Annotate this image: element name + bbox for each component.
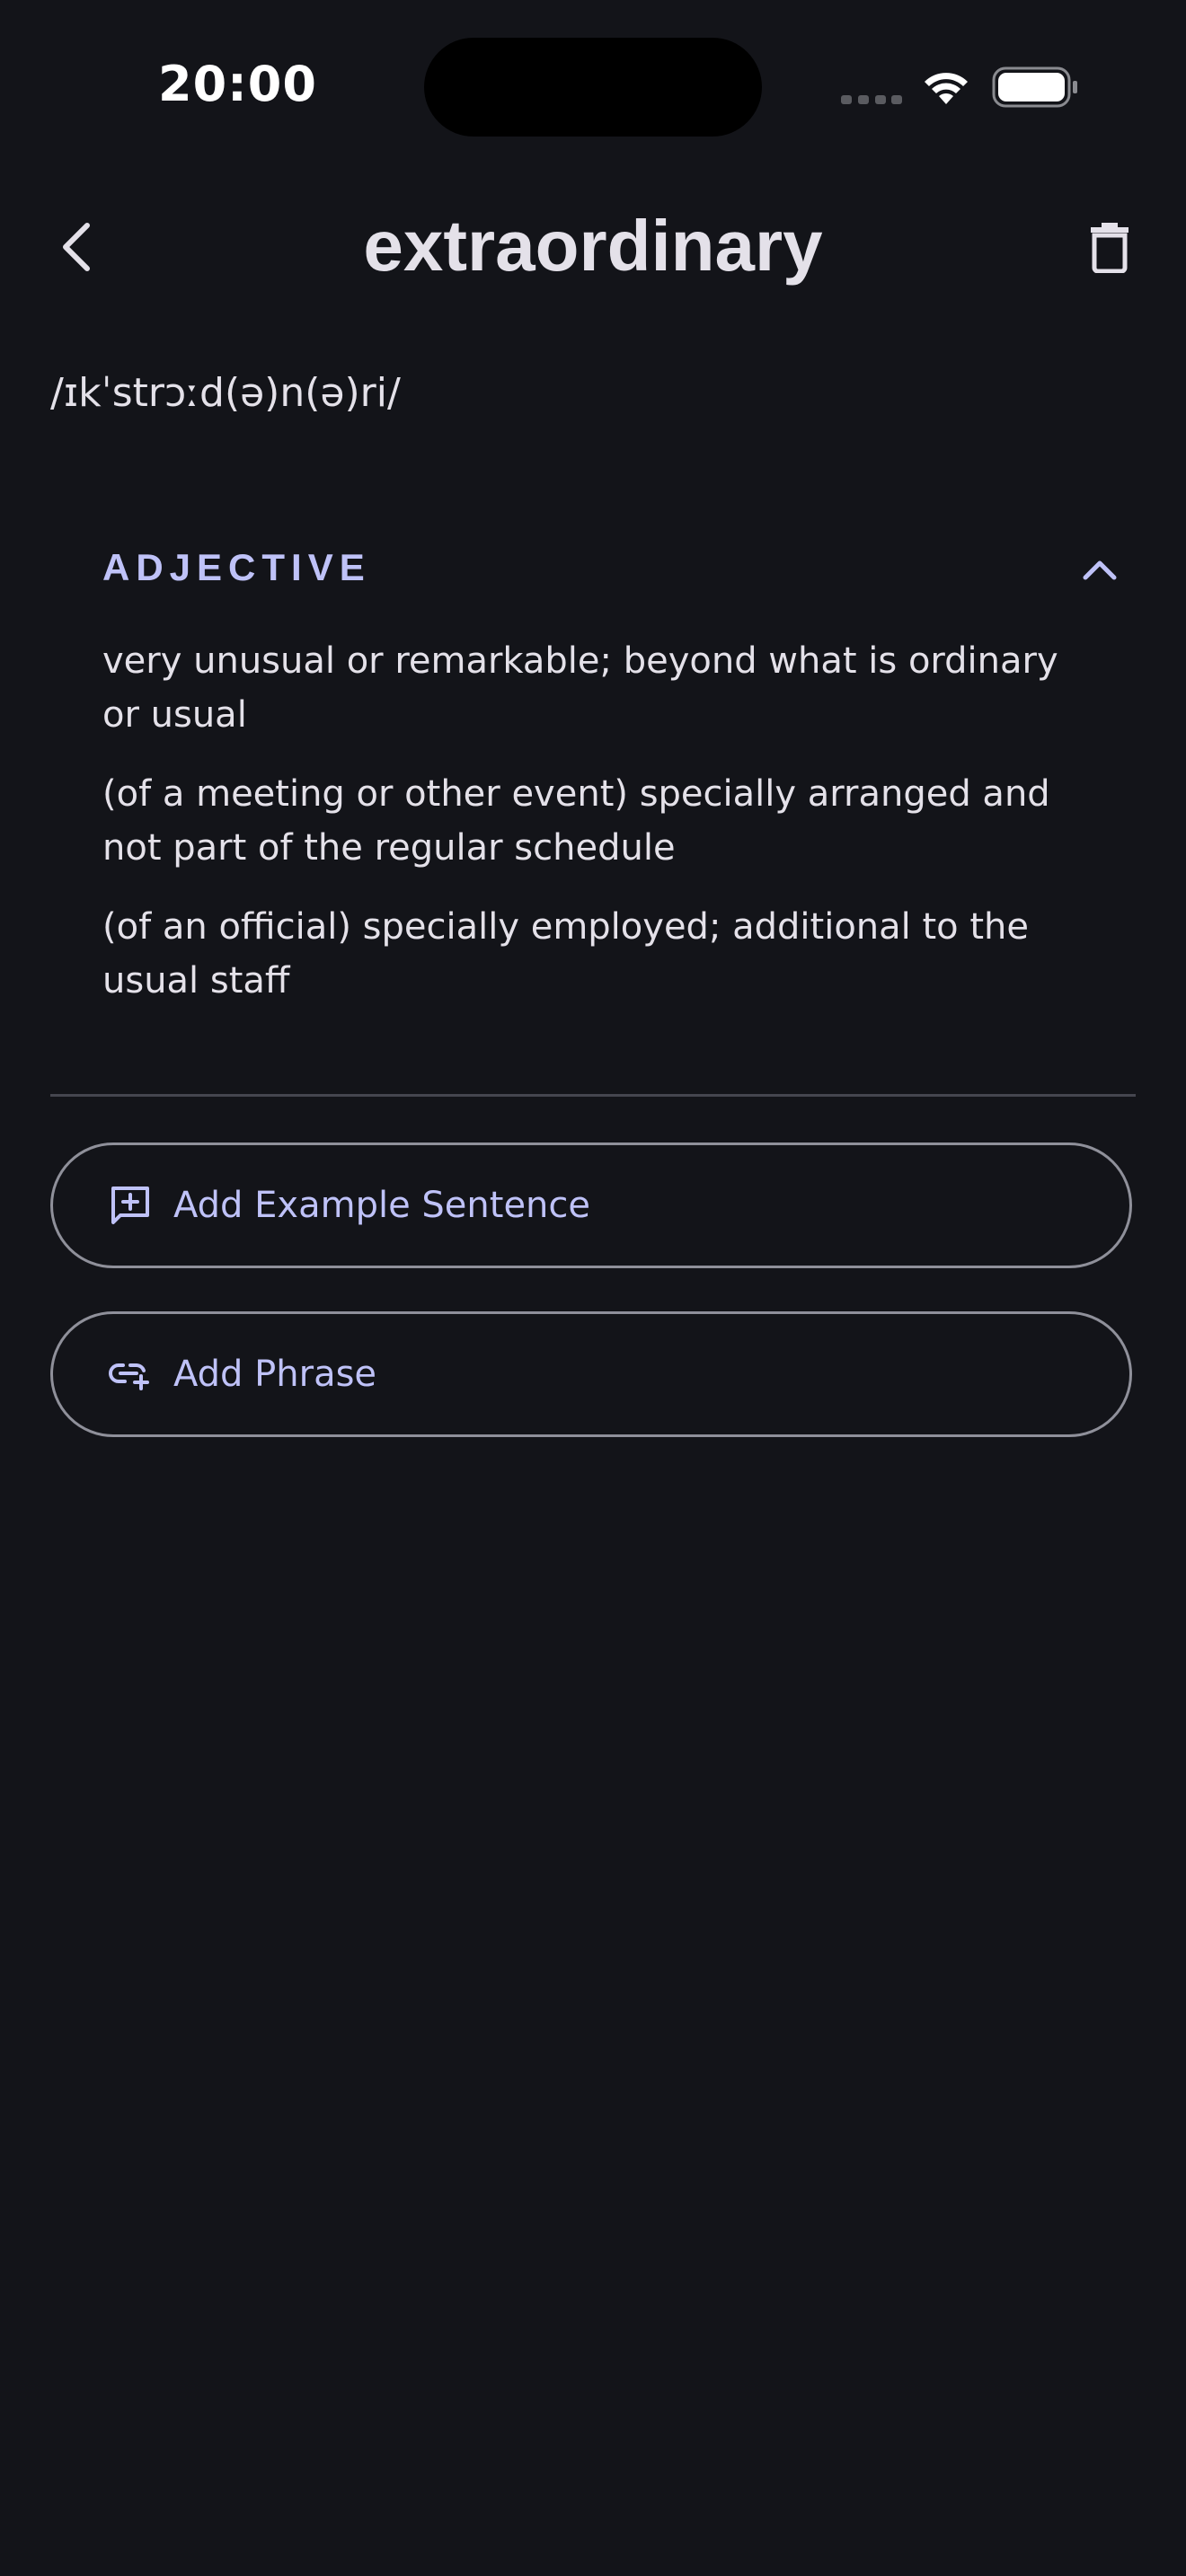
definition-item: (of an official) specially employed; add… bbox=[102, 906, 1030, 1001]
pronunciation-text: /ɪkˈstrɔːd(ə)n(ə)ri/ bbox=[50, 370, 401, 416]
part-of-speech-label: ADJECTIVE bbox=[102, 546, 371, 588]
status-bar: 20:00 bbox=[0, 0, 1186, 171]
cellular-signal-icon bbox=[841, 95, 902, 104]
wifi-icon bbox=[925, 73, 968, 104]
chevron-up-icon bbox=[1083, 560, 1117, 580]
page-title: extraordinary bbox=[363, 206, 823, 286]
top-app-bar: extraordinary bbox=[0, 189, 1186, 296]
battery-icon bbox=[992, 66, 1077, 108]
collapse-button[interactable] bbox=[1064, 534, 1136, 605]
delete-button[interactable] bbox=[1069, 207, 1150, 287]
trash-icon bbox=[1091, 223, 1128, 273]
add-example-sentence-button[interactable]: Add Example Sentence bbox=[50, 1142, 1132, 1268]
definition-item: (of a meeting or other event) specially … bbox=[102, 773, 1050, 869]
add-link-icon bbox=[105, 1349, 155, 1399]
add-comment-icon bbox=[105, 1180, 155, 1231]
dynamic-island bbox=[424, 38, 762, 137]
definition-list: very unusual or remarkable; beyond what … bbox=[102, 634, 1091, 1033]
part-of-speech-header[interactable]: ADJECTIVE bbox=[50, 530, 1136, 605]
chevron-left-icon bbox=[63, 223, 90, 271]
add-example-sentence-label: Add Example Sentence bbox=[173, 1185, 591, 1226]
definition-item: very unusual or remarkable; beyond what … bbox=[102, 640, 1058, 736]
status-time: 20:00 bbox=[158, 56, 317, 112]
add-phrase-label: Add Phrase bbox=[173, 1354, 377, 1395]
section-divider bbox=[50, 1094, 1136, 1097]
add-phrase-button[interactable]: Add Phrase bbox=[50, 1311, 1132, 1437]
back-button[interactable] bbox=[36, 207, 117, 287]
